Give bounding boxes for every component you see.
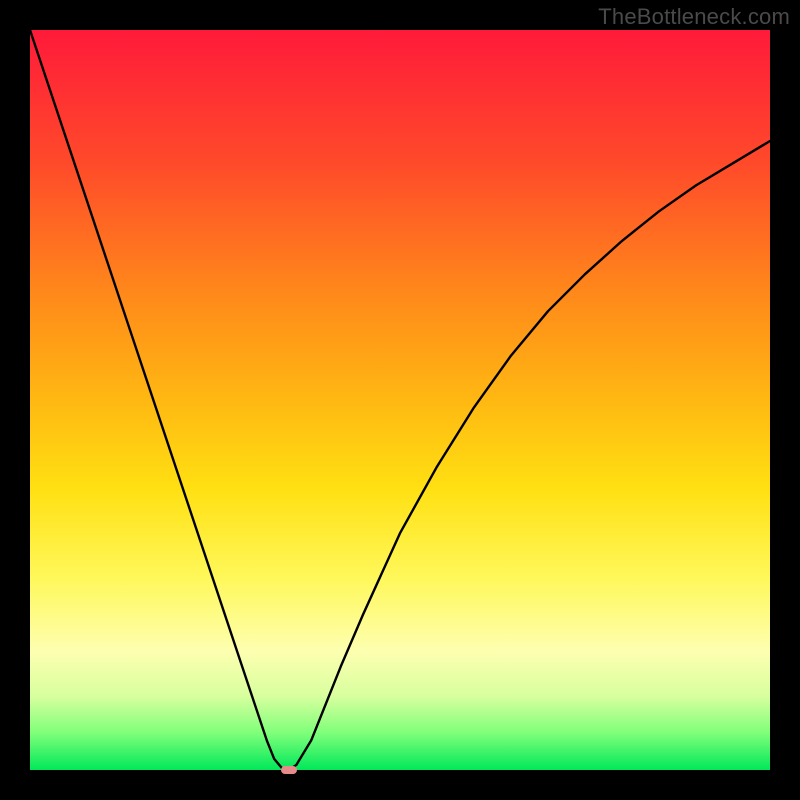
bottleneck-curve: [30, 30, 770, 770]
watermark-text: TheBottleneck.com: [598, 4, 790, 30]
optimal-marker: [281, 766, 297, 774]
chart-frame: TheBottleneck.com: [0, 0, 800, 800]
plot-area: [30, 30, 770, 770]
curve-svg: [30, 30, 770, 770]
